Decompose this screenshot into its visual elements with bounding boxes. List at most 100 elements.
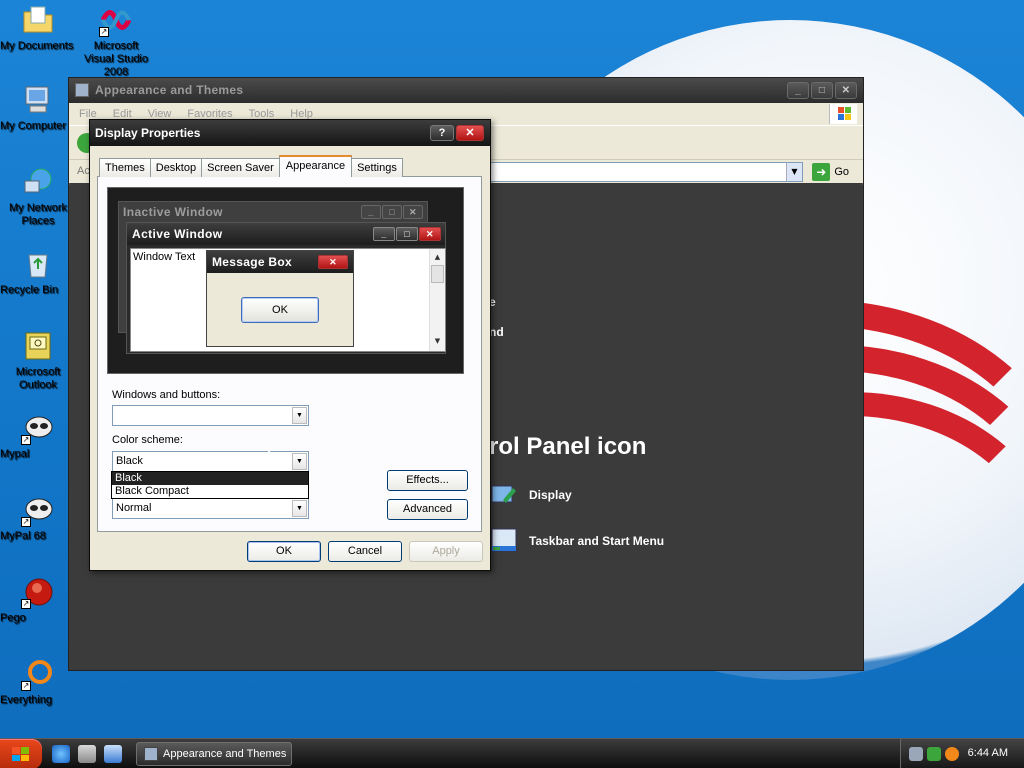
shortcut-arrow-icon: ↗ <box>21 599 31 609</box>
go-label: Go <box>834 166 849 178</box>
mypal68-icon: ↗ <box>21 493 55 527</box>
preview-window-text: Window Text <box>133 251 196 263</box>
apply-button[interactable]: Apply <box>409 541 483 562</box>
effects-button[interactable]: Effects... <box>387 470 468 491</box>
desktop-icon-visual-studio[interactable]: ↗ Microsoft Visual Studio 2008 <box>78 3 154 78</box>
mypal-icon: ↗ <box>21 411 55 445</box>
taskbar-start-menu-icon <box>489 526 519 556</box>
font-size-select[interactable]: Normal ▼ <box>112 498 309 519</box>
color-scheme-option-black[interactable]: Black <box>112 472 308 485</box>
quick-launch <box>52 745 122 763</box>
preview-scrollbar: ▲ ▼ <box>429 249 445 351</box>
preview-active-title-text: Active Window <box>132 227 223 241</box>
display-properties-dialog: Display Properties ? ✕ Themes Desktop Sc… <box>89 119 491 571</box>
maximize-icon: □ <box>396 227 418 241</box>
recycle-bin-icon <box>21 247 55 281</box>
desktop-icon-recycle-bin[interactable]: Recycle Bin <box>0 247 76 296</box>
address-input[interactable]: ▼ <box>489 162 803 182</box>
show-desktop-icon[interactable] <box>104 745 122 763</box>
color-scheme-label: Color scheme: <box>112 434 183 446</box>
visual-studio-icon: ↗ <box>99 3 133 37</box>
taskbar-item-appearance-themes[interactable]: Appearance and Themes <box>136 742 292 766</box>
go-button[interactable]: ➜ Go <box>812 163 849 181</box>
tab-desktop[interactable]: Desktop <box>149 158 203 177</box>
appearance-preview: Inactive Window _ □ ✕ Active Window _ □ … <box>107 187 464 374</box>
taskbar-start-menu-link[interactable]: Taskbar and Start Menu <box>489 526 664 556</box>
scroll-up-icon: ▲ <box>434 253 441 261</box>
desktop-icon-my-computer[interactable]: My Computer <box>0 83 76 132</box>
shortcut-arrow-icon: ↗ <box>21 435 31 445</box>
preview-ok-button: OK <box>241 297 319 323</box>
display-link[interactable]: Display <box>489 480 572 510</box>
chevron-down-icon[interactable]: ▼ <box>786 163 802 181</box>
dialog-close-button[interactable]: ✕ <box>456 125 484 141</box>
scroll-thumb <box>431 265 444 283</box>
windows-flag-icon <box>12 747 29 761</box>
close-icon: ✕ <box>403 205 423 219</box>
windows-buttons-label: Windows and buttons: <box>112 389 221 401</box>
desktop-icon-my-network-places[interactable]: My Network Places <box>0 165 76 227</box>
shortcut-arrow-icon: ↗ <box>21 517 31 527</box>
section-heading: rol Panel icon <box>489 433 647 460</box>
help-button[interactable]: ? <box>430 125 454 141</box>
control-panel-icon <box>144 747 158 761</box>
computer-icon <box>21 83 55 117</box>
clock[interactable]: 6:44 AM <box>968 747 1008 759</box>
everything-icon: ↗ <box>21 657 55 691</box>
shortcut-arrow-icon: ↗ <box>99 27 109 37</box>
preview-inactive-title: Inactive Window _ □ ✕ <box>119 202 427 222</box>
internet-explorer-icon[interactable] <box>52 745 70 763</box>
desktop-icon-microsoft-outlook[interactable]: Microsoft Outlook <box>0 329 76 391</box>
close-button[interactable]: ✕ <box>835 82 857 99</box>
windows-buttons-select[interactable]: ▼ <box>112 405 309 426</box>
chevron-down-icon[interactable]: ▼ <box>292 500 307 517</box>
tab-themes[interactable]: Themes <box>99 158 151 177</box>
cancel-button[interactable]: Cancel <box>328 541 402 562</box>
control-panel-titlebar[interactable]: Appearance and Themes _ □ ✕ <box>69 78 863 103</box>
dialog-titlebar[interactable]: Display Properties ? ✕ <box>90 120 490 146</box>
chevron-down-icon[interactable]: ▼ <box>292 407 307 424</box>
scroll-down-icon: ▼ <box>434 337 441 345</box>
desktop-icon-my-documents[interactable]: My Documents <box>0 3 76 52</box>
minimize-icon: _ <box>361 205 381 219</box>
pego-icon: ↗ <box>21 575 55 609</box>
advanced-button[interactable]: Advanced <box>387 499 468 520</box>
mypal-quicklaunch-icon[interactable] <box>78 745 96 763</box>
windows-logo-icon <box>829 104 857 124</box>
system-tray: 6:44 AM <box>900 739 1024 768</box>
display-icon <box>489 480 519 510</box>
preview-message-box: Message Box ✕ OK <box>206 250 354 347</box>
maximize-button[interactable]: □ <box>811 82 833 99</box>
close-icon: ✕ <box>318 255 348 269</box>
minimize-button[interactable]: _ <box>787 82 809 99</box>
start-button[interactable] <box>0 739 42 768</box>
address-label: Ac <box>77 165 90 177</box>
tab-settings[interactable]: Settings <box>351 158 403 177</box>
chevron-down-icon[interactable]: ▼ <box>292 453 307 470</box>
tray-search-icon[interactable] <box>945 747 959 761</box>
color-scheme-dropdown-list: Black Black Compact <box>111 471 309 499</box>
preview-inactive-title-text: Inactive Window <box>123 205 223 219</box>
occluded-task-text[interactable]: nd <box>489 325 504 339</box>
dialog-title: Display Properties <box>95 126 201 140</box>
taskbar: Appearance and Themes 6:44 AM <box>0 738 1024 768</box>
tab-appearance[interactable]: Appearance <box>278 155 353 177</box>
tab-strip: Themes Desktop Screen Saver Appearance S… <box>99 155 403 177</box>
color-scheme-option-black-compact[interactable]: Black Compact <box>112 485 308 498</box>
ok-button[interactable]: OK <box>247 541 321 562</box>
window-title: Appearance and Themes <box>95 83 244 97</box>
outlook-icon <box>21 329 55 363</box>
control-panel-icon <box>75 83 89 97</box>
color-scheme-value: Black <box>116 455 143 467</box>
tray-network-icon[interactable] <box>909 747 923 761</box>
tab-screen-saver[interactable]: Screen Saver <box>201 158 280 177</box>
go-arrow-icon: ➜ <box>812 163 831 181</box>
desktop-icon-mypal[interactable]: ↗ Mypal <box>0 411 76 460</box>
tray-safely-remove-icon[interactable] <box>927 747 941 761</box>
desktop-icon-mypal-68[interactable]: ↗ MyPal 68 <box>0 493 76 542</box>
minimize-icon: _ <box>373 227 395 241</box>
desktop-icon-everything[interactable]: ↗ Everything <box>0 657 76 706</box>
desktop-icon-pego[interactable]: ↗ Pego <box>0 575 76 624</box>
folder-documents-icon <box>21 3 55 37</box>
display-label: Display <box>529 488 572 502</box>
